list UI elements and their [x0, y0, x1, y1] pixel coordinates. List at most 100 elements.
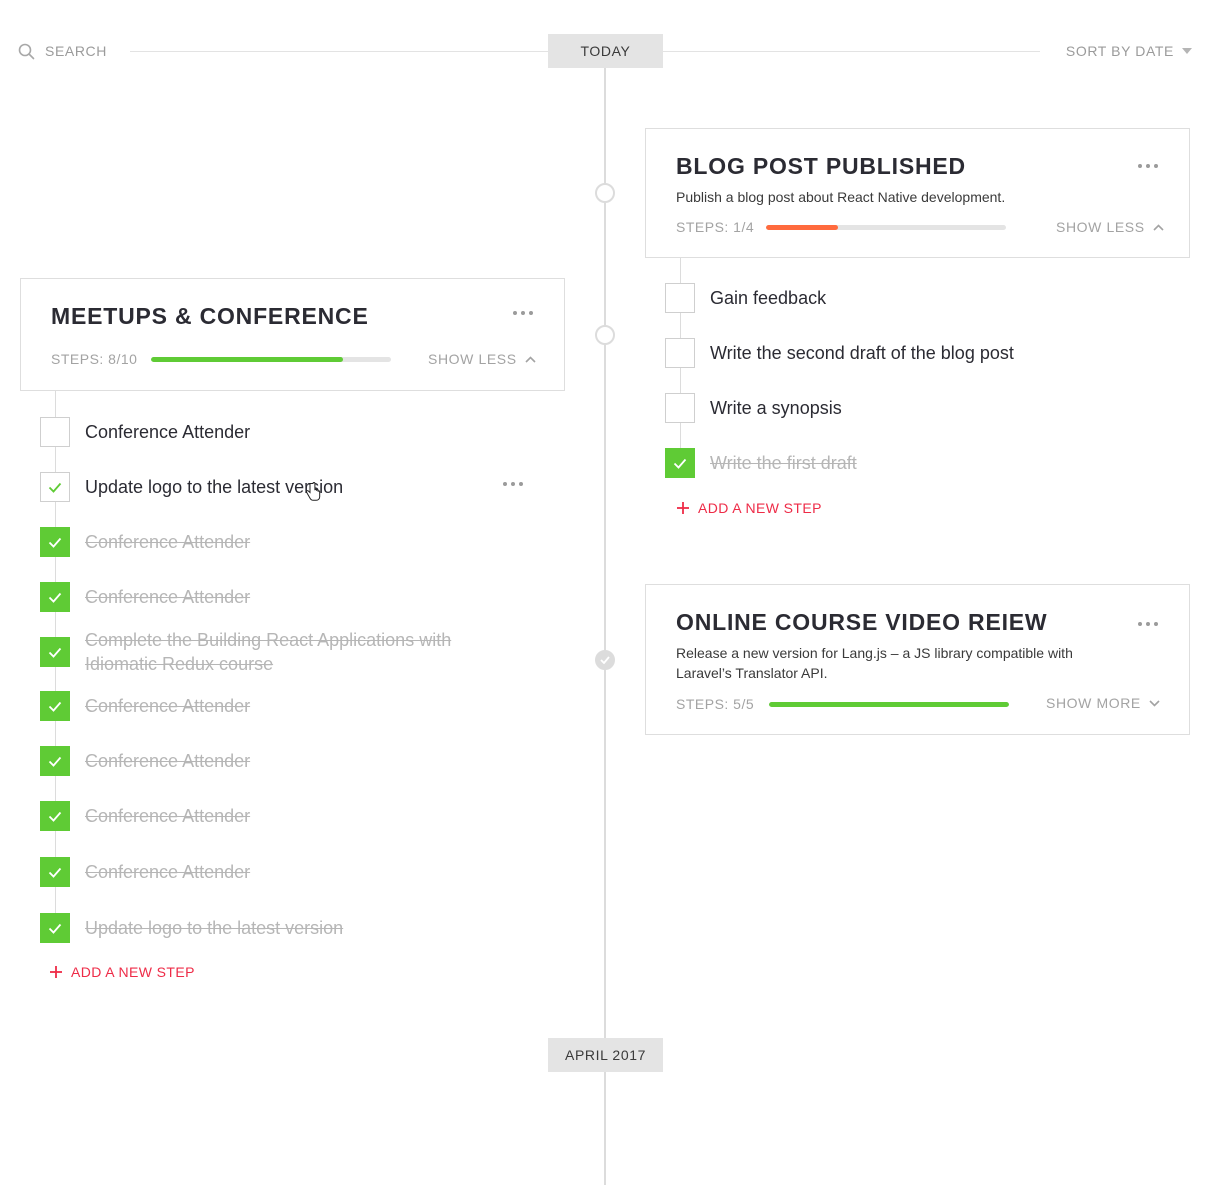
steps-counter: STEPS: 8/10 [51, 351, 138, 367]
step-checkbox[interactable] [665, 283, 695, 313]
step-text[interactable]: Conference Attender [85, 420, 250, 444]
step-checkbox[interactable] [40, 857, 70, 887]
step-checkbox[interactable] [665, 448, 695, 478]
caret-down-icon [1182, 48, 1192, 54]
progress-bar [151, 357, 391, 362]
check-icon [48, 756, 62, 767]
list-item: Conference Attender [40, 527, 250, 557]
list-item: Update logo to the latest version [40, 913, 343, 943]
step-checkbox[interactable] [665, 393, 695, 423]
more-dots-icon[interactable] [1137, 621, 1159, 627]
header-rule-left [130, 51, 548, 52]
plus-icon [677, 502, 689, 514]
progress-bar [769, 702, 1009, 707]
check-icon [48, 537, 62, 548]
list-item: Conference Attender [40, 582, 250, 612]
check-icon [48, 701, 62, 712]
step-text[interactable]: Conference Attender [85, 749, 250, 773]
card-title: MEETUPS & CONFERENCE [51, 303, 369, 329]
timeline-axis [604, 68, 606, 1185]
list-item: Write a synopsis [665, 393, 842, 423]
timeline-node [595, 183, 615, 203]
step-checkbox[interactable] [40, 637, 70, 667]
step-text[interactable]: Update logo to the latest version [85, 916, 343, 940]
more-dots-icon[interactable] [1137, 163, 1159, 169]
add-step-label: ADD A NEW STEP [71, 964, 195, 980]
toggle-label: SHOW LESS [428, 351, 517, 367]
check-icon [600, 656, 610, 664]
step-text[interactable]: Conference Attender [85, 860, 250, 884]
step-checkbox[interactable] [665, 338, 695, 368]
chevron-down-icon [1149, 699, 1160, 707]
list-item: Write the first draft [665, 448, 857, 478]
step-text[interactable]: Conference Attender [85, 585, 250, 609]
step-checkbox[interactable] [40, 746, 70, 776]
month-marker: APRIL 2017 [548, 1038, 663, 1072]
check-icon [48, 867, 62, 878]
search-input[interactable]: SEARCH [45, 43, 107, 59]
more-dots-icon[interactable] [512, 310, 534, 316]
step-checkbox[interactable] [40, 527, 70, 557]
step-text[interactable]: Conference Attender [85, 530, 250, 554]
progress-fill [766, 225, 838, 230]
list-item: Conference Attender [40, 857, 250, 887]
step-text[interactable]: Write the first draft [710, 451, 857, 475]
steps-counter: STEPS: 5/5 [676, 696, 755, 712]
add-step-button[interactable]: ADD A NEW STEP [677, 500, 822, 516]
hand-cursor-icon [305, 482, 321, 501]
toggle-label: SHOW MORE [1046, 695, 1141, 711]
progress-fill [769, 702, 1009, 707]
plus-icon [50, 966, 62, 978]
step-text[interactable]: Conference Attender [85, 694, 250, 718]
step-text[interactable]: Conference Attender [85, 804, 250, 828]
list-item: Conference Attender [40, 417, 250, 447]
check-icon [48, 592, 62, 603]
step-text[interactable]: Write a synopsis [710, 396, 842, 420]
step-text[interactable]: Gain feedback [710, 286, 826, 310]
timeline-node [595, 325, 615, 345]
list-item: Update logo to the latest version [40, 472, 343, 502]
chevron-up-icon [525, 355, 536, 363]
sort-dropdown[interactable]: SORT BY DATE [1066, 42, 1192, 60]
show-more-toggle[interactable]: SHOW MORE [1046, 695, 1160, 711]
step-checkbox[interactable] [40, 472, 70, 502]
card-title: BLOG POST PUBLISHED [676, 153, 966, 179]
more-dots-icon[interactable] [502, 481, 524, 487]
toggle-label: SHOW LESS [1056, 219, 1145, 235]
card-description: Release a new version for Lang.js – a JS… [676, 645, 1073, 681]
step-checkbox[interactable] [40, 913, 70, 943]
step-text[interactable]: Write the second draft of the blog post [710, 341, 1014, 365]
check-icon [48, 923, 62, 934]
task-card-meetups[interactable]: MEETUPS & CONFERENCE STEPS: 8/10 SHOW LE… [20, 278, 565, 391]
card-description: Publish a blog post about React Native d… [676, 189, 1006, 205]
card-title: ONLINE COURSE VIDEO REIEW [676, 609, 1048, 635]
steps-counter: STEPS: 1/4 [676, 219, 755, 235]
list-item: Conference Attender [40, 801, 250, 831]
step-checkbox[interactable] [40, 691, 70, 721]
check-icon [673, 458, 687, 469]
step-checkbox[interactable] [40, 582, 70, 612]
step-checkbox[interactable] [40, 417, 70, 447]
sort-label: SORT BY DATE [1065, 43, 1174, 59]
list-item: Complete the Building React Applications… [40, 628, 495, 676]
show-less-toggle[interactable]: SHOW LESS [1056, 219, 1164, 235]
show-less-toggle[interactable]: SHOW LESS [428, 351, 536, 367]
task-card-blog-post[interactable]: BLOG POST PUBLISHED Publish a blog post … [645, 128, 1190, 258]
task-card-online-course[interactable]: ONLINE COURSE VIDEO REIEW Release a new … [645, 584, 1190, 735]
add-step-label: ADD A NEW STEP [698, 500, 822, 516]
list-item: Conference Attender [40, 691, 250, 721]
add-step-button[interactable]: ADD A NEW STEP [50, 964, 195, 980]
list-item: Write the second draft of the blog post [665, 338, 1014, 368]
check-icon [48, 647, 62, 658]
step-text[interactable]: Complete the Building React Applications… [85, 628, 495, 676]
today-marker: TODAY [548, 34, 663, 68]
progress-fill [151, 357, 343, 362]
step-checkbox[interactable] [40, 801, 70, 831]
search-icon [18, 43, 35, 59]
timeline-node-completed [595, 650, 615, 670]
header-rule-right [663, 51, 1040, 52]
check-icon [48, 811, 62, 822]
check-icon [48, 482, 62, 493]
list-item: Conference Attender [40, 746, 250, 776]
search-box[interactable]: SEARCH [18, 42, 107, 60]
